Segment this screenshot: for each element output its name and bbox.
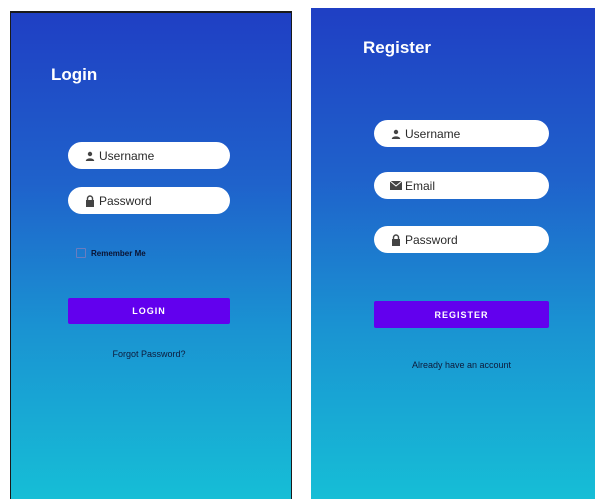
register-email-input[interactable]: [405, 178, 525, 193]
lock-icon: [390, 233, 402, 246]
register-username-field[interactable]: [374, 120, 549, 147]
username-field[interactable]: [68, 142, 230, 169]
password-field[interactable]: [68, 187, 230, 214]
person-icon: [390, 128, 402, 140]
register-username-input[interactable]: [405, 126, 525, 141]
register-title: Register: [363, 38, 432, 57]
login-button[interactable]: LOGIN: [68, 298, 230, 324]
lock-icon: [84, 194, 96, 207]
login-title: Login: [51, 65, 98, 84]
register-button[interactable]: REGISTER: [374, 301, 549, 328]
remember-label: Remember Me: [91, 248, 146, 258]
password-input[interactable]: [99, 193, 219, 208]
forgot-password-link[interactable]: Forgot Password?: [68, 349, 230, 359]
register-screen: Register REGISTER Already have an accoun…: [311, 8, 595, 499]
register-password-field[interactable]: [374, 226, 549, 253]
username-input[interactable]: [99, 148, 219, 163]
person-icon: [84, 150, 96, 162]
login-screen: Login Remember Me LOGIN Forgot Password?: [10, 11, 292, 499]
already-have-account-link[interactable]: Already have an account: [374, 360, 549, 370]
remember-me[interactable]: Remember Me: [76, 248, 146, 258]
register-email-field[interactable]: [374, 172, 549, 199]
envelope-icon: [390, 180, 402, 192]
register-password-input[interactable]: [405, 232, 525, 247]
remember-checkbox[interactable]: [76, 248, 86, 258]
